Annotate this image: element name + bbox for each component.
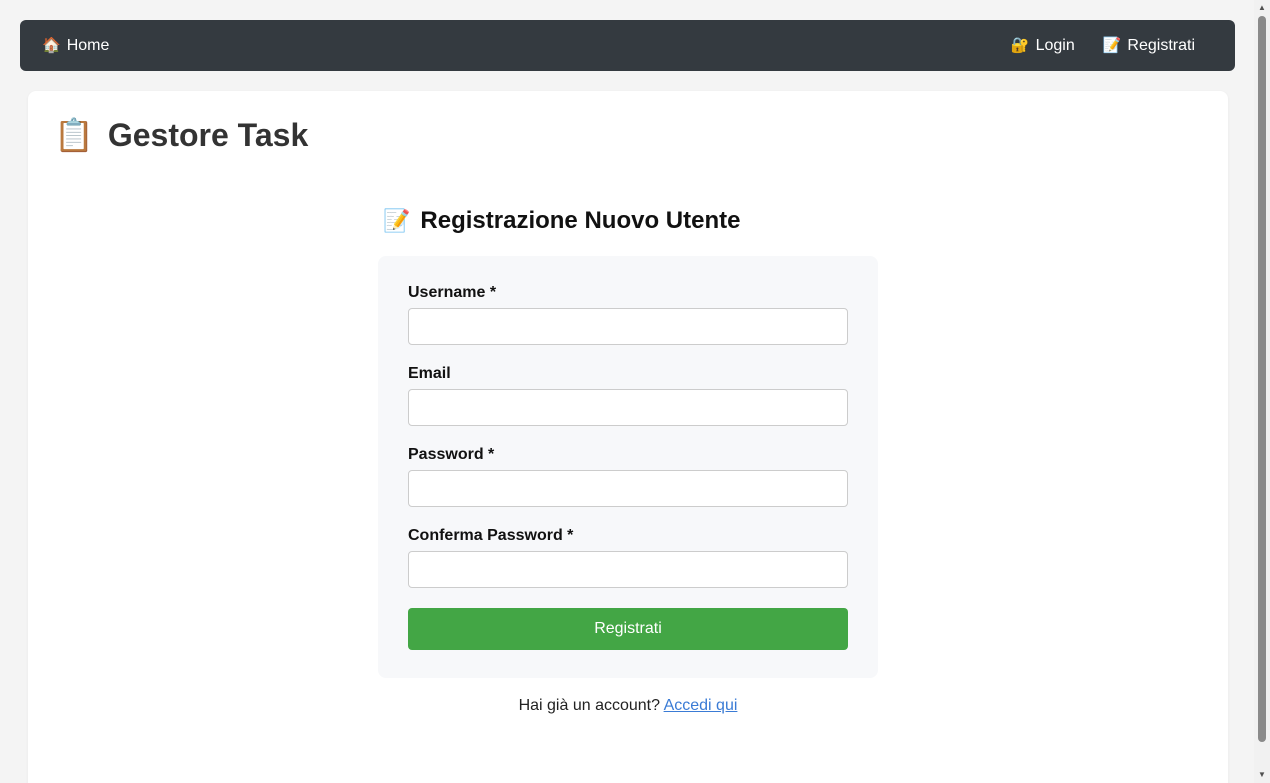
registration-form: Username * Email Password * Conferma Pas… bbox=[378, 256, 878, 678]
scroll-up-arrow-icon[interactable]: ▲ bbox=[1254, 0, 1270, 16]
email-field-group: Email bbox=[408, 365, 848, 426]
app-title-text: Gestore Task bbox=[107, 116, 309, 153]
lock-key-icon: 🔐 bbox=[1010, 37, 1030, 54]
confirm-password-input[interactable] bbox=[408, 551, 848, 588]
main-card: 📋 Gestore Task 📝 Registrazione Nuovo Ute… bbox=[28, 91, 1228, 783]
username-label: Username * bbox=[408, 284, 497, 301]
scroll-down-arrow-icon[interactable]: ▼ bbox=[1254, 767, 1270, 783]
page: 🏠 Home 🔐 Login 📝 Registrati 📋 Gestore Ta… bbox=[0, 0, 1254, 783]
password-label: Password * bbox=[408, 446, 495, 463]
login-prompt-text: Hai già un account? bbox=[518, 697, 661, 714]
nav-register-link[interactable]: 📝 Registrati bbox=[1103, 37, 1195, 55]
login-link[interactable]: Accedi qui bbox=[664, 697, 738, 714]
app-title: 📋 Gestore Task bbox=[54, 116, 308, 154]
nav-right-group: 🔐 Login 📝 Registrati bbox=[1011, 37, 1195, 55]
nav-login-label: Login bbox=[1035, 36, 1075, 54]
username-input[interactable] bbox=[408, 308, 848, 345]
password-field-group: Password * bbox=[408, 446, 848, 507]
nav-register-label: Registrati bbox=[1127, 36, 1195, 54]
form-heading-text: Registrazione Nuovo Utente bbox=[420, 207, 741, 234]
password-input[interactable] bbox=[408, 470, 848, 507]
house-icon: 🏠 bbox=[42, 37, 61, 54]
memo-icon: 📝 bbox=[1102, 37, 1122, 54]
confirm-password-field-group: Conferma Password * bbox=[408, 527, 848, 588]
confirm-password-label: Conferma Password * bbox=[408, 527, 574, 544]
email-label: Email bbox=[408, 365, 451, 382]
login-prompt: Hai già un account? Accedi qui bbox=[28, 697, 1228, 715]
username-field-group: Username * bbox=[408, 284, 848, 345]
form-heading: 📝 Registrazione Nuovo Utente bbox=[383, 207, 740, 235]
vertical-scrollbar[interactable]: ▲ ▼ bbox=[1254, 0, 1270, 783]
email-input[interactable] bbox=[408, 389, 848, 426]
clipboard-icon: 📋 bbox=[54, 117, 94, 153]
nav-home-link[interactable]: 🏠 Home bbox=[42, 37, 109, 55]
nav-home-label: Home bbox=[66, 36, 110, 54]
nav-login-link[interactable]: 🔐 Login bbox=[1011, 37, 1075, 55]
navbar: 🏠 Home 🔐 Login 📝 Registrati bbox=[20, 20, 1235, 71]
register-submit-button[interactable]: Registrati bbox=[408, 608, 848, 650]
scrollbar-thumb[interactable] bbox=[1258, 16, 1266, 742]
memo-icon: 📝 bbox=[383, 208, 411, 233]
